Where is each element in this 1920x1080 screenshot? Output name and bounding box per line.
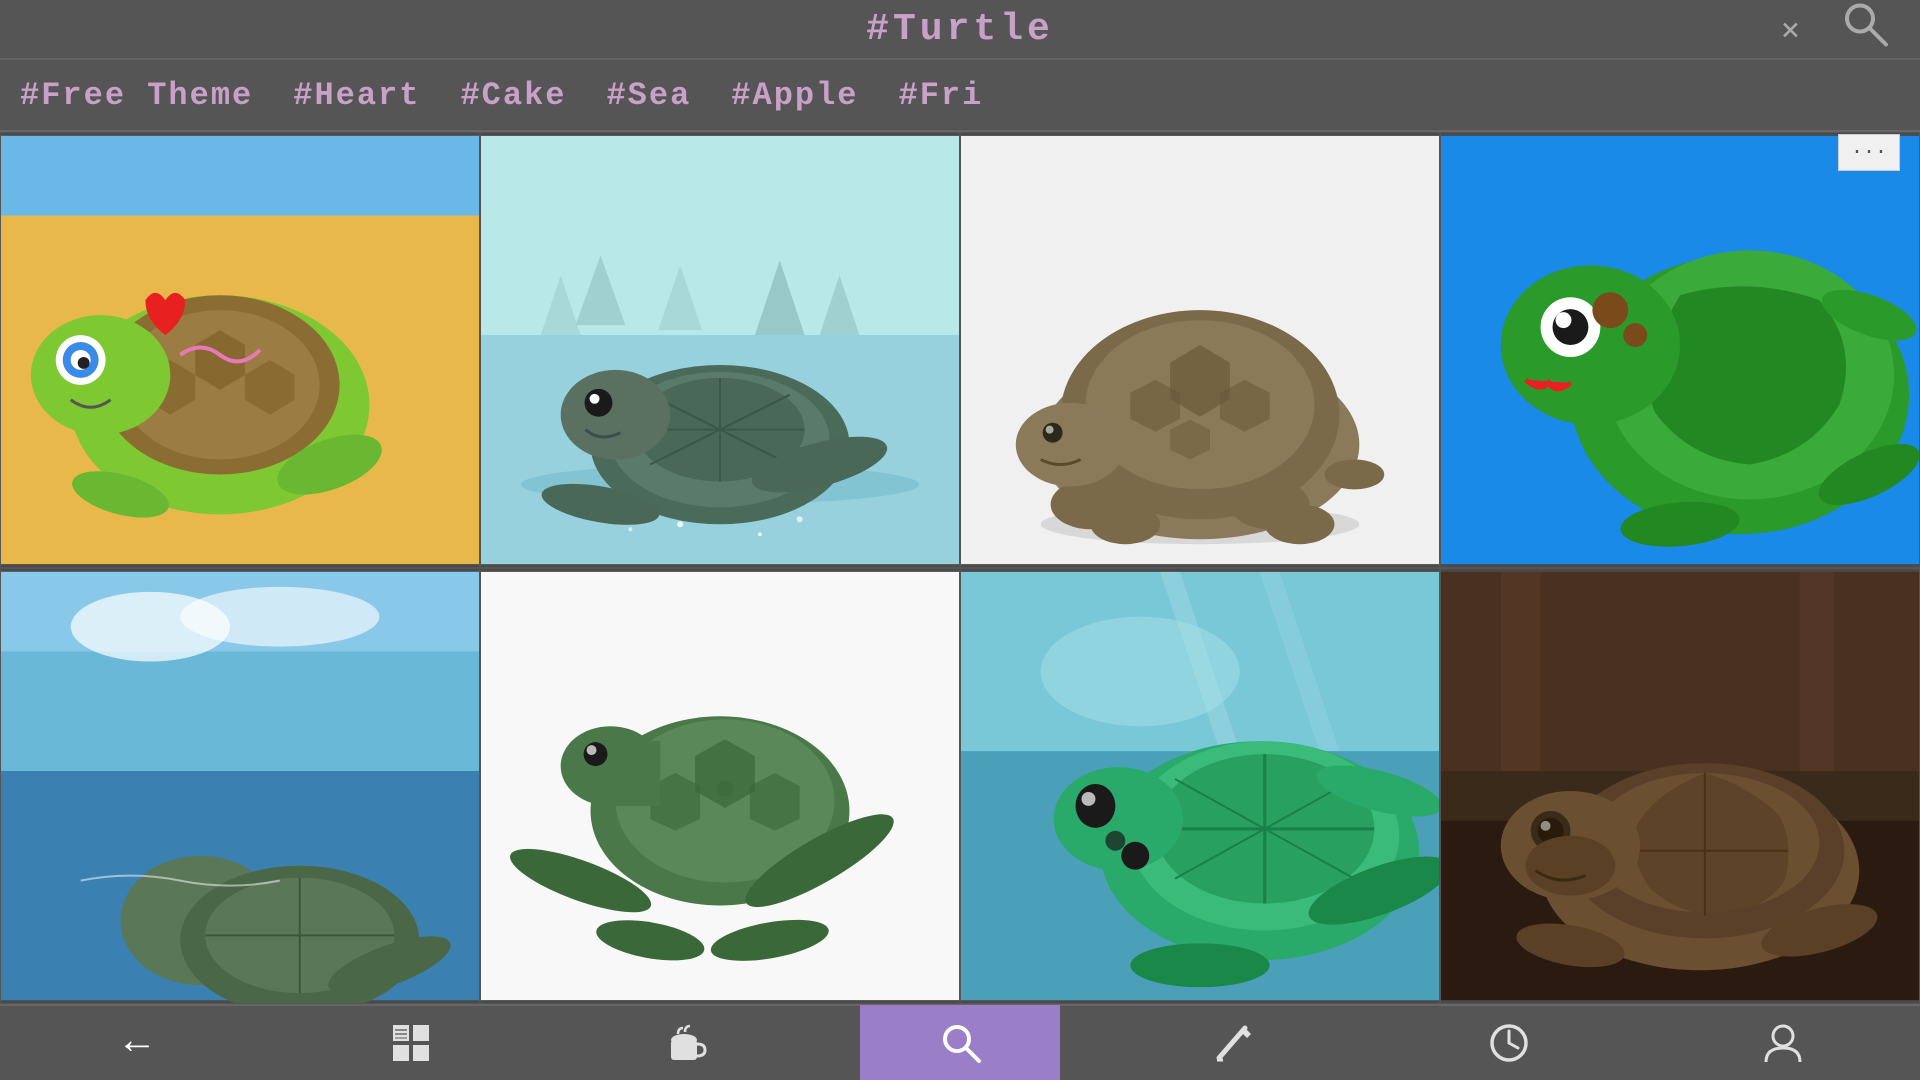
grid-cell-7[interactable] (960, 568, 1440, 1004)
nav-search[interactable] (860, 1005, 1060, 1080)
grid-cell-4[interactable] (1440, 132, 1920, 568)
grid-cell-5[interactable] (0, 568, 480, 1004)
tag-cake[interactable]: #Cake (460, 77, 566, 114)
tag-apple[interactable]: #Apple (731, 77, 858, 114)
tags-row: #Free Theme #Heart #Cake #Sea #Apple #Fr… (0, 60, 1920, 132)
tag-heart[interactable]: #Heart (293, 77, 420, 114)
grid-cell-1[interactable] (0, 132, 480, 568)
gallery-icon (389, 1021, 433, 1065)
header: #Turtle × (0, 0, 1920, 60)
nav-profile[interactable] (1683, 1005, 1883, 1080)
nav-draw[interactable] (1134, 1005, 1334, 1080)
draw-icon (1211, 1020, 1257, 1066)
tag-free-theme[interactable]: #Free Theme (20, 77, 253, 114)
nav-history[interactable] (1409, 1005, 1609, 1080)
search-icon (937, 1020, 983, 1066)
page-title: #Turtle (866, 8, 1054, 51)
nav-gallery[interactable] (311, 1005, 511, 1080)
nav-back[interactable]: ← (37, 1005, 237, 1080)
cafe-icon (663, 1020, 709, 1066)
nav-cafe[interactable] (586, 1005, 786, 1080)
grid-cell-6[interactable] (480, 568, 960, 1004)
tag-sea[interactable]: #Sea (606, 77, 691, 114)
profile-icon (1760, 1020, 1806, 1066)
search-icon-top[interactable] (1840, 0, 1890, 60)
grid-cell-8[interactable] (1440, 568, 1920, 1004)
grid-cell-2[interactable] (480, 132, 960, 568)
more-button[interactable]: ··· (1838, 134, 1900, 171)
bottom-nav: ← (0, 1004, 1920, 1080)
grid-cell-3[interactable] (960, 132, 1440, 568)
back-icon: ← (125, 1021, 149, 1066)
history-icon (1486, 1020, 1532, 1066)
close-button[interactable]: × (1781, 10, 1800, 48)
image-grid (0, 132, 1920, 1004)
tag-fri[interactable]: #Fri (899, 77, 984, 114)
